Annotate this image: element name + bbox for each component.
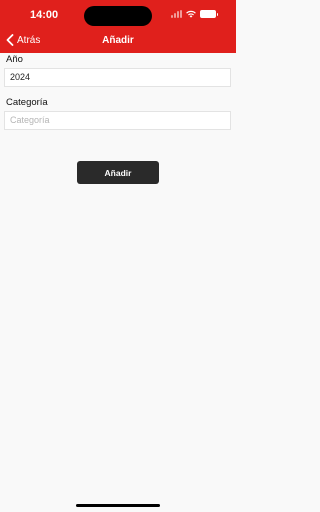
navigation-bar: Atrás Añadir	[0, 32, 236, 52]
status-bar: 14:00	[0, 0, 236, 32]
home-indicator	[76, 504, 160, 507]
page-title: Añadir	[102, 35, 134, 46]
add-button[interactable]: Añadir	[77, 161, 159, 184]
year-field[interactable]: 2024	[4, 68, 231, 87]
year-label: Año	[6, 54, 23, 65]
cellular-signal-icon	[171, 10, 182, 18]
app-header: 14:00 Atrás Añadir	[0, 0, 236, 53]
status-time: 14:00	[30, 9, 59, 21]
dynamic-island	[84, 6, 152, 26]
category-label: Categoría	[6, 97, 48, 108]
category-field[interactable]: Categoría	[4, 111, 231, 130]
battery-icon	[200, 10, 218, 18]
status-icons	[171, 10, 218, 18]
wifi-icon	[186, 10, 196, 18]
